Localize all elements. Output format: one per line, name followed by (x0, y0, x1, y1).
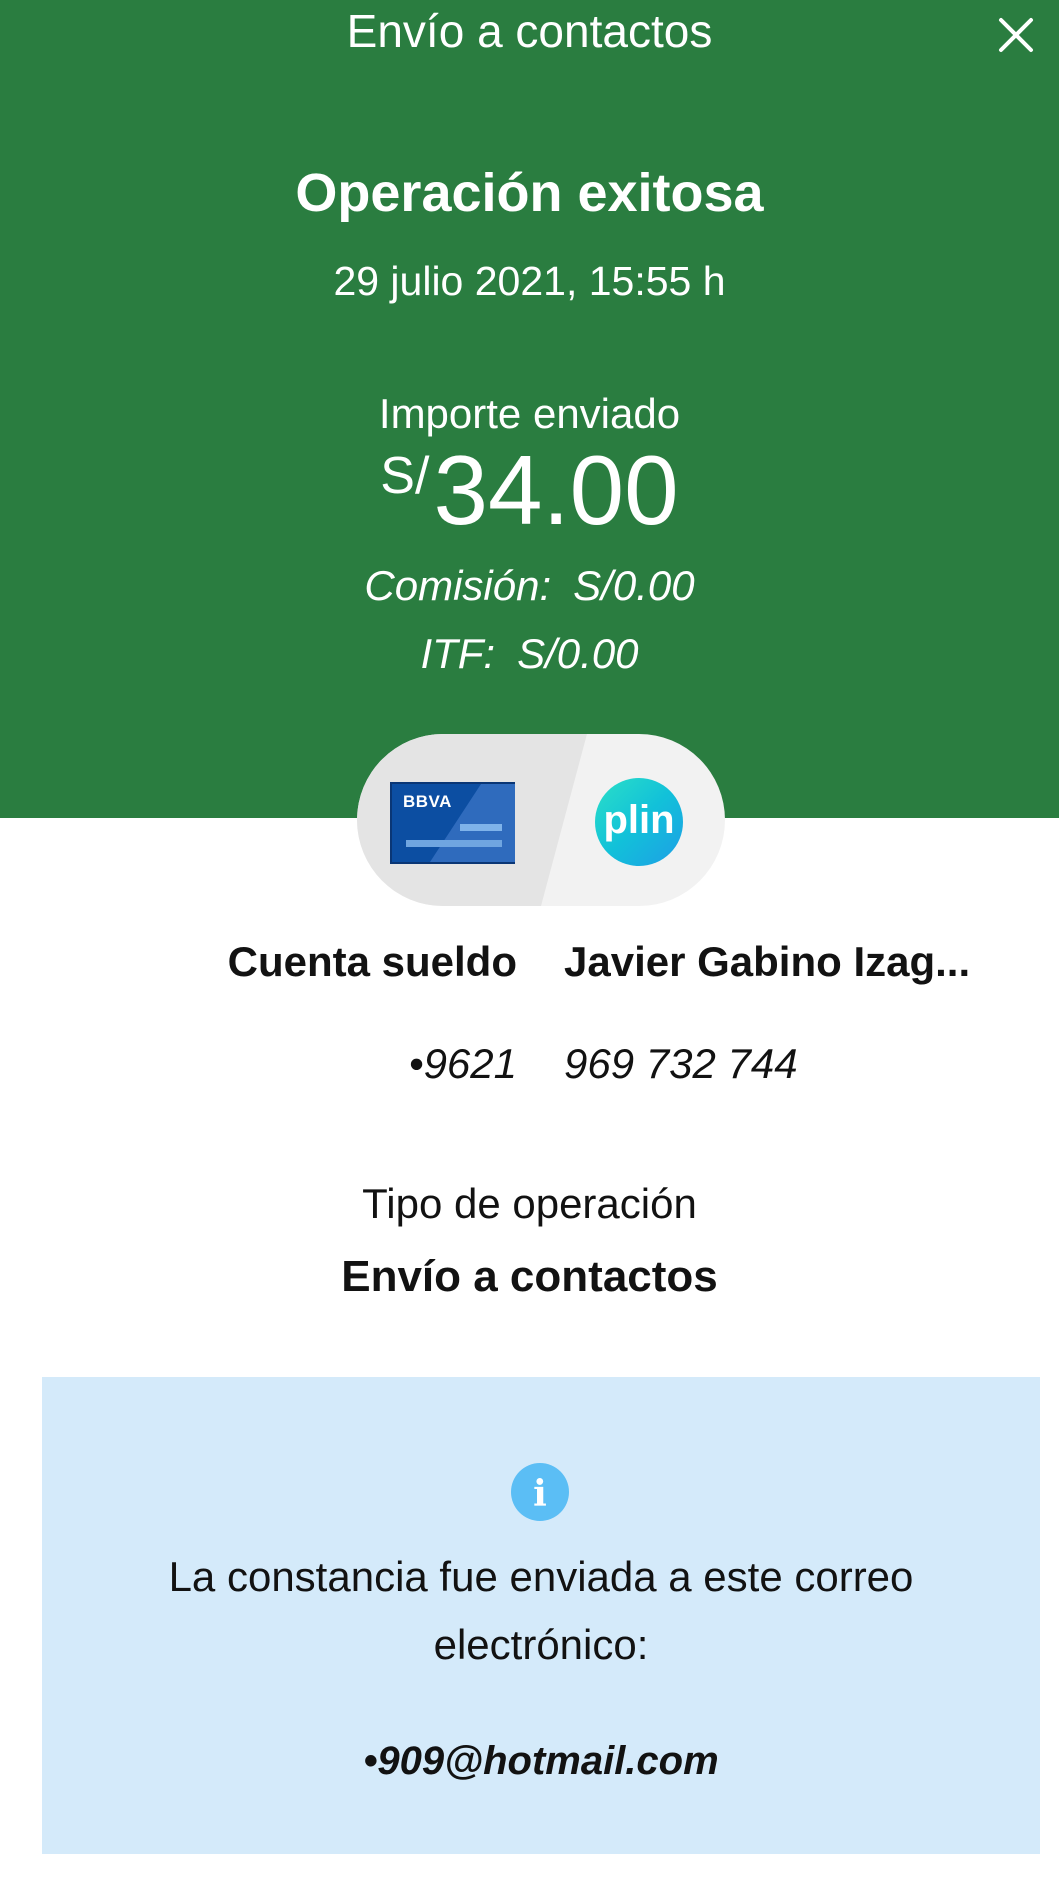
amount-value: 34.00 (433, 435, 679, 545)
info-icon: i (511, 1463, 569, 1521)
bbva-logo: BBVA (403, 792, 452, 811)
success-title: Operación exitosa (295, 163, 764, 223)
origin-account-number: •9621 (408, 1040, 517, 1087)
email-notice: i La constancia fue enviada a este corre… (42, 1377, 1040, 1854)
screen-title: Envío a contactos (346, 5, 713, 57)
operation-type-value: Envío a contactos (341, 1252, 718, 1301)
itf-value: S/0.00 (517, 630, 639, 677)
bbva-card-icon: BBVA (390, 782, 515, 864)
notice-email: •909@hotmail.com (363, 1739, 719, 1783)
operation-type-label: Tipo de operación (362, 1180, 697, 1227)
amount: S/34.00 (0, 440, 1059, 540)
commission-label: Comisión: (364, 562, 552, 609)
amount-label: Importe enviado (378, 390, 681, 437)
commission-value: S/0.00 (573, 562, 695, 609)
close-icon (999, 18, 1033, 52)
success-header: Envío a contactos Operación exitosa 29 j… (0, 0, 1059, 818)
origin-account-name: Cuenta sueldo (227, 938, 517, 985)
operation-datetime: 29 julio 2021, 15:55 h (333, 258, 726, 304)
itf-label: ITF: (420, 630, 496, 677)
plin-logo-icon: plin (595, 778, 683, 866)
transfer-route-badge: BBVA plin (357, 734, 725, 906)
plin-logo-text: plin (603, 798, 675, 842)
amount-currency: S/ (380, 447, 430, 505)
notice-text: La constancia fue enviada a este correo … (168, 1553, 914, 1668)
close-button[interactable] (991, 10, 1041, 60)
commission-line: Comisión: S/0.00 (0, 562, 1059, 610)
destination-contact-name: Javier Gabino Izag... (564, 938, 971, 985)
itf-line: ITF: S/0.00 (0, 630, 1059, 678)
destination-phone-number: 969 732 744 (564, 1040, 798, 1087)
